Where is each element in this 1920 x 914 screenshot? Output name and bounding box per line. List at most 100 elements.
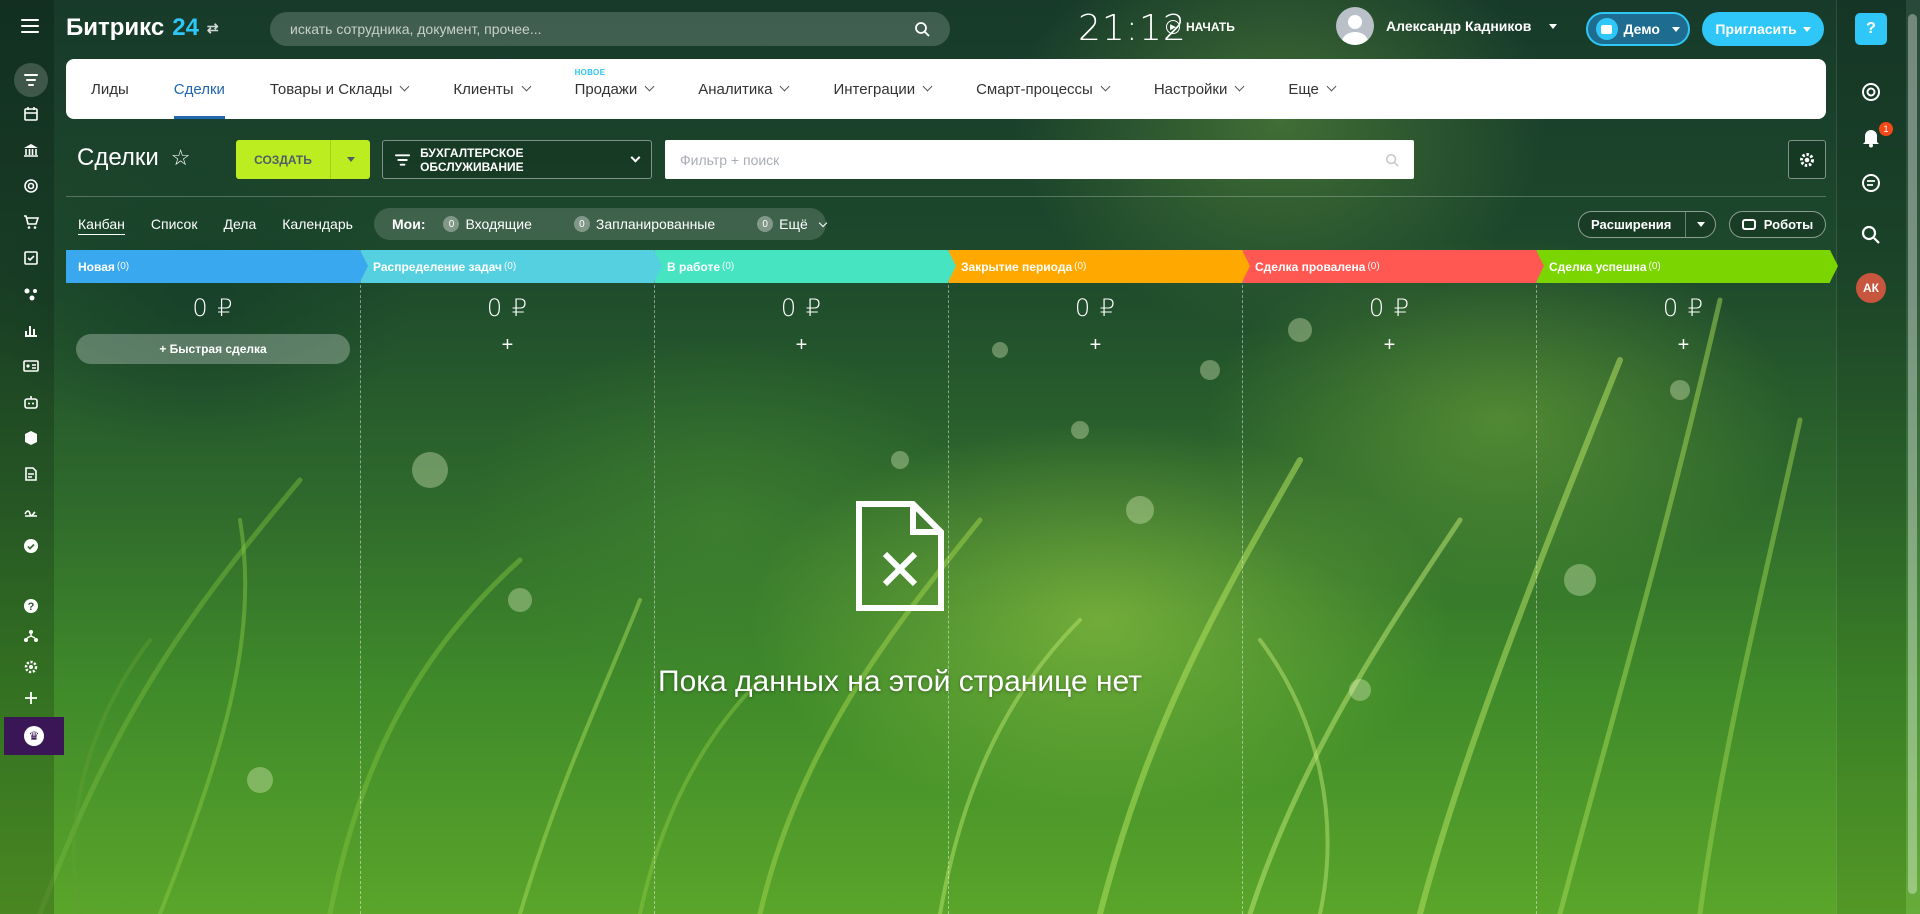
column-count: (0) — [1367, 261, 1380, 272]
column-header[interactable]: Сделка успешна (0) — [1537, 250, 1838, 283]
robot-icon[interactable] — [22, 393, 40, 411]
filter-search[interactable] — [665, 140, 1414, 179]
chevron-down-icon — [1549, 23, 1558, 29]
search-icon[interactable] — [1858, 222, 1884, 248]
add-deal-plus-icon[interactable]: + — [949, 334, 1242, 357]
invite-button[interactable]: Пригласить — [1702, 12, 1824, 46]
nav-item-goods[interactable]: Товары и Склады — [269, 59, 410, 119]
switch-icon[interactable]: ⇄ — [207, 20, 219, 37]
nav-item-more[interactable]: Еще — [1288, 59, 1337, 119]
column-header[interactable]: Распределение задач (0) — [361, 250, 662, 283]
pipeline-selector[interactable]: БУХГАЛТЕРСКОЕ ОБСЛУЖИВАНИЕ — [382, 140, 652, 179]
messenger-icon[interactable] — [1858, 170, 1884, 196]
doc-edit-icon[interactable] — [22, 465, 40, 483]
kanban-column: Новая (0) 0 ₽ + Быстрая сделка — [66, 250, 368, 914]
column-sum: 0 ₽ — [1368, 294, 1411, 322]
column-header[interactable]: Закрытие периода (0) — [949, 250, 1250, 283]
column-header[interactable]: В работе (0) — [655, 250, 956, 283]
column-count: (0) — [1648, 261, 1661, 272]
chevron-down-icon — [1100, 81, 1111, 92]
column-sum: 0 ₽ — [1662, 294, 1705, 322]
contact-card-icon[interactable] — [22, 357, 40, 375]
timeline-icon[interactable] — [1858, 79, 1884, 105]
menu-burger-icon[interactable] — [21, 19, 39, 33]
logo-number: 24 — [172, 14, 199, 41]
column-arrow — [654, 250, 662, 282]
check-circle-icon[interactable] — [22, 537, 40, 555]
robots-button[interactable]: Роботы — [1729, 211, 1826, 238]
filter-icon — [395, 153, 411, 166]
nav-item-settings[interactable]: Настройки — [1154, 59, 1245, 119]
start-label: НАЧАТЬ — [1186, 20, 1235, 34]
column-sum: 0 ₽ — [1074, 294, 1117, 322]
view-kanban[interactable]: Канбан — [78, 216, 125, 235]
view-activities[interactable]: Дела — [223, 216, 256, 235]
nav-item-clients[interactable]: Клиенты — [453, 59, 532, 119]
add-deal-plus-icon[interactable]: + — [1243, 334, 1536, 357]
crown-tile[interactable]: ♛ — [4, 717, 64, 755]
plus-icon[interactable] — [22, 689, 40, 707]
empty-message: Пока данных на этой странице нет — [658, 665, 1142, 698]
page-title-block: Сделки ☆ — [77, 144, 191, 172]
counter-planned[interactable]: 0 Запланированные — [573, 216, 715, 232]
nav-item-leads[interactable]: Лиды — [91, 59, 129, 119]
column-header[interactable]: Новая (0) — [66, 250, 368, 283]
nav-label: Товары и Склады — [269, 80, 393, 98]
column-sum: 0 ₽ — [780, 294, 823, 322]
global-search-input[interactable] — [290, 21, 914, 37]
nav-item-integrations[interactable]: Интеграции — [833, 59, 933, 119]
scrollbar-thumb[interactable] — [1908, 14, 1917, 894]
star-icon[interactable]: ☆ — [171, 145, 191, 171]
nodes-icon[interactable] — [22, 285, 40, 303]
help-button[interactable]: ? — [1855, 13, 1887, 45]
nav-item-sales[interactable]: НОВОЕ Продажи — [575, 59, 655, 119]
my-counters: Мои: 0 Входящие 0 Запланированные 0 Ещё — [374, 208, 828, 240]
user-menu[interactable]: Александр Кадников — [1336, 7, 1558, 45]
create-button[interactable]: СОЗДАТЬ — [236, 140, 370, 179]
settings-button[interactable] — [1788, 140, 1826, 179]
nav-item-smart-processes[interactable]: Смарт-процессы — [976, 59, 1111, 119]
logo[interactable]: Битрикс 24 ⇄ — [66, 14, 219, 42]
sitemap-icon[interactable] — [22, 627, 40, 645]
sign-icon[interactable] — [22, 501, 40, 519]
svg-text:?: ? — [28, 601, 35, 613]
target-icon[interactable] — [22, 177, 40, 195]
view-switcher: Канбан Список Дела Календарь — [78, 216, 353, 235]
calendar-icon[interactable] — [22, 105, 40, 123]
cart-icon[interactable] — [22, 213, 40, 231]
help-icon[interactable]: ? — [22, 597, 40, 615]
nav-item-analytics[interactable]: Аналитика — [698, 59, 790, 119]
bank-icon[interactable] — [22, 141, 40, 159]
demo-button[interactable]: Демо — [1586, 12, 1690, 46]
counter-more[interactable]: 0 Ещё — [757, 216, 828, 232]
counter-incoming[interactable]: 0 Входящие — [443, 216, 532, 232]
global-search[interactable] — [270, 12, 950, 46]
nav-item-deals[interactable]: Сделки — [173, 59, 226, 119]
box-icon[interactable] — [22, 429, 40, 447]
create-label: СОЗДАТЬ — [254, 152, 312, 167]
search-icon[interactable] — [1385, 153, 1399, 167]
start-workday-button[interactable]: ▶ НАЧАТЬ — [1166, 20, 1235, 34]
search-icon[interactable] — [914, 21, 930, 37]
divider — [66, 196, 1826, 197]
filter-icon[interactable] — [22, 71, 40, 89]
gear-icon[interactable] — [22, 658, 40, 676]
user-name: Александр Кадников — [1386, 18, 1532, 34]
user-initials-avatar[interactable]: АК — [1856, 273, 1886, 303]
add-deal-plus-icon[interactable]: + — [1537, 334, 1830, 357]
chart-icon[interactable] — [22, 321, 40, 339]
add-deal-plus-icon[interactable]: + — [655, 334, 948, 357]
view-list[interactable]: Список — [151, 216, 198, 235]
column-header[interactable]: Сделка провалена (0) — [1243, 250, 1544, 283]
chevron-down-icon — [1802, 26, 1811, 32]
extensions-button[interactable]: Расширения — [1578, 211, 1716, 238]
filter-search-input[interactable] — [680, 151, 1385, 168]
create-dropdown[interactable] — [330, 140, 370, 179]
column-sum: 0 ₽ — [192, 294, 234, 322]
extensions-dropdown[interactable] — [1685, 212, 1715, 237]
checklist-icon[interactable] — [22, 249, 40, 267]
quick-deal-button[interactable]: + Быстрая сделка — [76, 334, 350, 364]
invite-label: Пригласить — [1715, 21, 1797, 37]
add-deal-plus-icon[interactable]: + — [361, 334, 654, 357]
view-calendar[interactable]: Календарь — [282, 216, 353, 235]
